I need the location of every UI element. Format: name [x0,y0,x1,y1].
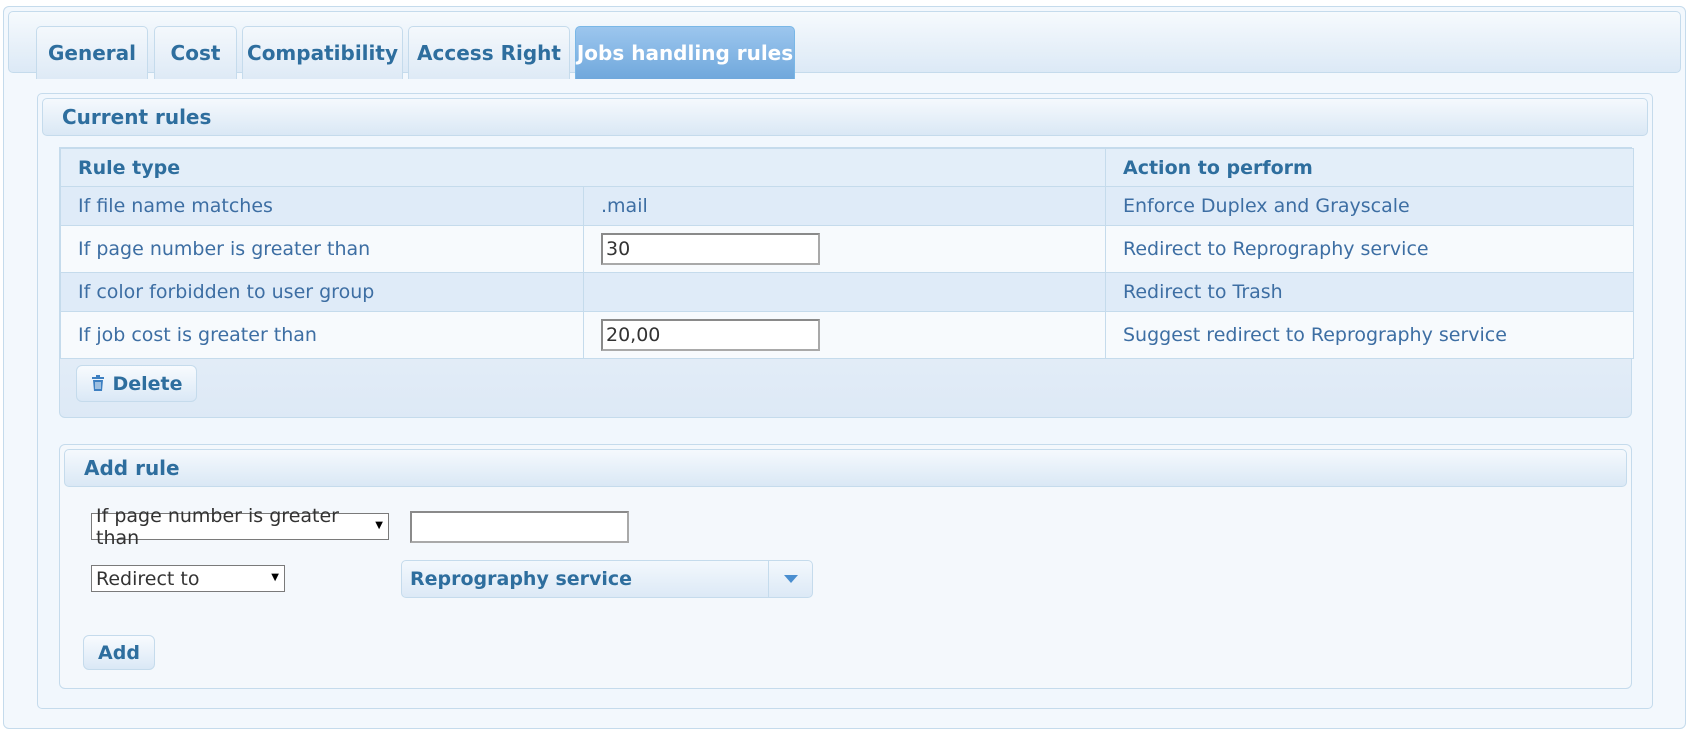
rule-value-cell [583,311,1106,359]
job-cost-input[interactable] [601,319,820,351]
properties-window: General Cost Compatibility Access Right … [3,6,1686,729]
add-button[interactable]: Add [83,635,155,670]
rule-type-cell: If file name matches [60,186,584,226]
rule-type-cell: If job cost is greater than [60,311,584,359]
column-header-action: Action to perform [1105,148,1634,187]
rule-type-cell: If color forbidden to user group [60,272,584,312]
delete-button-label: Delete [112,372,183,395]
add-rule-header: Add rule [64,449,1627,487]
add-button-label: Add [98,641,140,664]
tab-content: Current rules Rule type Action to perfor… [37,93,1653,709]
rule-action-cell: Enforce Duplex and Grayscale [1105,186,1634,226]
rule-type-select-value: If page number is greater than [96,504,339,549]
rule-value-cell: .mail [583,186,1106,226]
rule-action-cell: Redirect to Reprography service [1105,225,1634,273]
action-select[interactable]: Redirect to ▼ [91,565,285,592]
rule-type-cell: If page number is greater than [60,225,584,273]
delete-button[interactable]: Delete [76,365,197,402]
table-row[interactable]: If job cost is greater than Suggest redi… [60,311,1634,359]
rule-action-cell: Redirect to Trash [1105,272,1634,312]
tab-bar: General Cost Compatibility Access Right … [8,11,1681,79]
current-rules-panel: Rule type Action to perform If file name… [59,147,1634,418]
tab-jobs-handling-rules[interactable]: Jobs handling rules [575,26,795,79]
current-rules-title: Current rules [62,105,212,129]
current-rules-header: Current rules [42,98,1648,136]
rule-type-select[interactable]: If page number is greater than ▼ [91,505,389,549]
table-row[interactable]: If page number is greater than Redirect … [60,225,1634,273]
rule-value-cell [583,272,1106,312]
rule-action-cell: Suggest redirect to Reprography service [1105,311,1634,359]
rule-value-input[interactable] [410,511,629,543]
trash-icon [92,375,105,391]
table-row[interactable]: If color forbidden to user group Redirec… [60,272,1634,312]
tab-compatibility[interactable]: Compatibility [242,26,403,79]
target-combobox-value: Reprography service [410,568,633,590]
tab-access-right[interactable]: Access Right [408,26,570,79]
add-rule-title: Add rule [84,456,180,480]
tab-general[interactable]: General [36,26,148,79]
action-select-value: Redirect to [96,567,200,590]
table-row[interactable]: If file name matches .mail Enforce Duple… [60,186,1634,226]
select-arrow-icon: ▼ [271,572,279,583]
select-arrow-icon: ▼ [375,520,383,531]
page-number-input[interactable] [601,233,820,265]
combobox-toggle-button[interactable] [768,561,812,597]
add-rule-panel: Add rule If page number is greater than … [59,444,1632,689]
tab-cost[interactable]: Cost [154,26,237,79]
chevron-down-icon [783,575,798,583]
rules-table: Rule type Action to perform If file name… [60,148,1634,359]
column-header-rule-type: Rule type [60,148,1106,187]
target-combobox[interactable]: Reprography service [401,560,813,598]
rule-value-cell [583,225,1106,273]
